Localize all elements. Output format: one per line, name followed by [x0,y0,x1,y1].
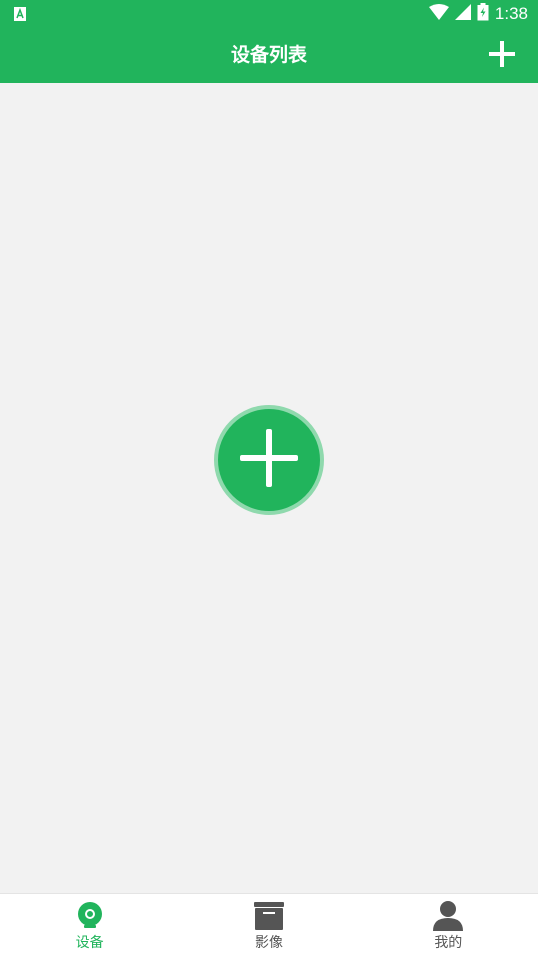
nav-item-media[interactable]: 影像 [179,894,358,956]
status-icons: 1:38 [428,3,528,25]
nav-label: 设备 [75,935,104,951]
add-device-button[interactable] [486,40,518,72]
app-notification-icon [14,6,26,21]
camera-icon [74,901,106,931]
battery-icon [477,3,489,25]
nav-item-profile[interactable]: 我的 [359,894,538,956]
screen: 1:38 设备列表 设备 影像 我的 [0,0,538,956]
nav-item-devices[interactable]: 设备 [0,894,179,956]
plus-icon [238,427,300,493]
plus-icon [488,40,516,72]
page-title: 设备列表 [230,44,307,66]
status-bar: 1:38 [0,0,538,28]
app-bar: 设备列表 [0,28,538,83]
archive-box-icon [253,901,285,931]
nav-label: 我的 [434,935,463,951]
device-list-area [0,83,538,893]
bottom-nav: 设备 影像 我的 [0,893,538,956]
wifi-icon [428,4,449,24]
add-device-fab[interactable] [214,405,324,515]
status-time: 1:38 [494,4,528,23]
signal-icon [454,4,471,24]
person-icon [432,901,464,931]
nav-label: 影像 [254,935,283,951]
